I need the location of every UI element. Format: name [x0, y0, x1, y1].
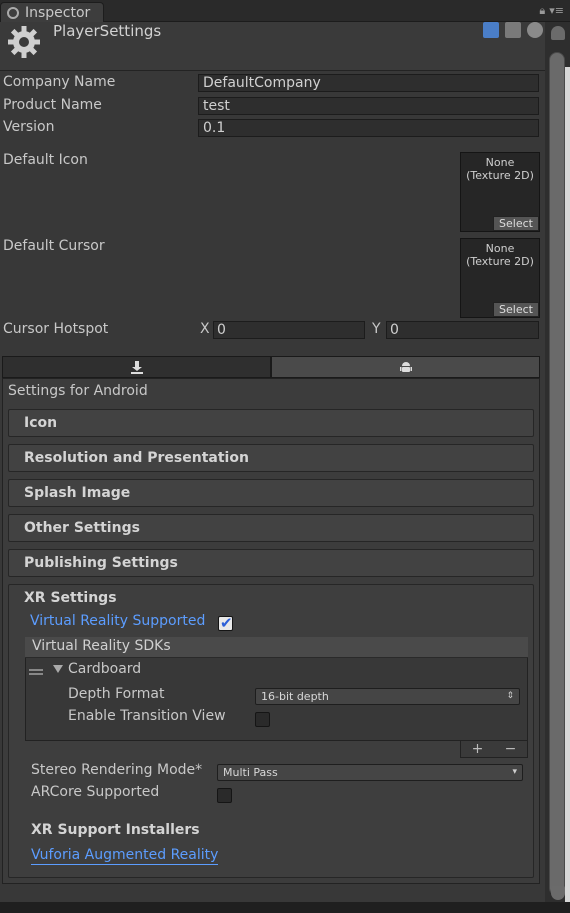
bottom-bar: [0, 902, 570, 913]
cursor-hotspot-label: Cursor Hotspot: [3, 321, 109, 337]
add-sdk-icon[interactable]: +: [472, 741, 484, 757]
xr-settings-title[interactable]: XR Settings: [24, 590, 117, 606]
arcore-label: ARCore Supported: [31, 784, 160, 800]
enable-transition-checkbox[interactable]: [255, 712, 270, 727]
remove-sdk-icon[interactable]: −: [505, 741, 517, 757]
default-cursor-none: None: [485, 242, 515, 255]
hotspot-y-label: Y: [372, 321, 381, 337]
android-icon: [399, 362, 412, 372]
hotspot-x-label: X: [200, 321, 210, 337]
window-edge: [565, 67, 570, 913]
tab-tools: 🔒︎ ▾≡: [539, 4, 564, 18]
platform-tabs: [2, 356, 540, 378]
enable-transition-label: Enable Transition View: [68, 708, 226, 724]
tab-android[interactable]: [271, 356, 540, 378]
inspector-tab-label: Inspector: [25, 4, 91, 21]
section-splash-image[interactable]: Splash Image: [8, 479, 534, 507]
default-icon-label: Default Icon: [3, 152, 88, 168]
default-cursor-object-text: None (Texture 2D): [461, 239, 539, 268]
scroll-up-button[interactable]: [551, 26, 565, 40]
version-label: Version: [3, 119, 55, 135]
sdk-item-cardboard[interactable]: Cardboard: [68, 661, 141, 677]
stereo-mode-label: Stereo Rendering Mode*: [31, 762, 203, 778]
default-icon-none: None: [485, 156, 515, 169]
scroll-thumb[interactable]: [549, 52, 565, 896]
default-icon-object-text: None (Texture 2D): [461, 153, 539, 182]
section-other-settings[interactable]: Other Settings: [8, 514, 534, 542]
hotspot-y-field[interactable]: 0: [386, 321, 539, 339]
product-name-label: Product Name: [3, 97, 102, 113]
expand-triangle-icon[interactable]: [53, 665, 63, 673]
xr-installers-title: XR Support Installers: [31, 822, 200, 838]
vr-sdk-list-header: Virtual Reality SDKs: [25, 637, 528, 658]
stereo-mode-dropdown[interactable]: Multi Pass ▾: [217, 764, 523, 781]
gear-icon: [8, 26, 40, 58]
version-field[interactable]: 0.1: [198, 119, 539, 137]
settings-for-label: Settings for Android: [8, 383, 148, 399]
company-name-field[interactable]: DefaultCompany: [198, 74, 539, 92]
header-icons: [483, 22, 543, 38]
player-settings-header: PlayerSettings: [0, 22, 545, 71]
default-icon-object-field[interactable]: None (Texture 2D) Select: [460, 152, 540, 232]
vuforia-link[interactable]: Vuforia Augmented Reality: [31, 847, 219, 865]
inspector-icon: [7, 6, 19, 19]
depth-format-value: 16-bit depth: [261, 690, 329, 703]
default-icon-select-button[interactable]: Select: [493, 216, 539, 231]
product-name-field[interactable]: test: [198, 97, 539, 115]
company-name-label: Company Name: [3, 74, 116, 90]
depth-format-dropdown[interactable]: 16-bit depth ⇕: [255, 688, 520, 705]
inspector-tab-bar: Inspector 🔒︎ ▾≡: [0, 0, 570, 22]
hotspot-x-field[interactable]: 0: [213, 321, 365, 339]
lock-icon[interactable]: 🔒︎: [539, 4, 545, 18]
default-cursor-object-field[interactable]: None (Texture 2D) Select: [460, 238, 540, 318]
default-cursor-type: (Texture 2D): [466, 255, 534, 268]
arcore-checkbox[interactable]: [217, 788, 232, 803]
inspector-tab[interactable]: Inspector: [0, 2, 104, 22]
default-cursor-label: Default Cursor: [3, 238, 105, 254]
checkmark-icon: ✔: [220, 614, 233, 632]
tab-menu-icon[interactable]: ▾≡: [549, 4, 564, 18]
tab-standalone[interactable]: [2, 356, 271, 378]
list-add-remove: + −: [460, 741, 528, 758]
scroll-down-button[interactable]: [551, 886, 565, 900]
section-resolution[interactable]: Resolution and Presentation: [8, 444, 534, 472]
vr-supported-label: Virtual Reality Supported: [30, 613, 206, 629]
settings-gear-icon[interactable]: [527, 22, 543, 38]
stereo-mode-value: Multi Pass: [223, 766, 278, 779]
default-icon-type: (Texture 2D): [466, 169, 534, 182]
help-icon[interactable]: [483, 22, 499, 38]
vr-supported-checkbox[interactable]: ✔: [218, 614, 233, 632]
section-icon[interactable]: Icon: [8, 409, 534, 437]
default-cursor-select-button[interactable]: Select: [493, 302, 539, 317]
section-publishing-settings[interactable]: Publishing Settings: [8, 549, 534, 577]
drag-handle-icon[interactable]: [29, 669, 43, 675]
preset-icon[interactable]: [505, 22, 521, 38]
depth-format-label: Depth Format: [68, 686, 165, 702]
page-title: PlayerSettings: [53, 22, 162, 40]
updown-arrow-icon: ⇕: [506, 691, 514, 701]
chevron-down-icon: ▾: [512, 767, 517, 777]
download-icon: [130, 361, 143, 374]
